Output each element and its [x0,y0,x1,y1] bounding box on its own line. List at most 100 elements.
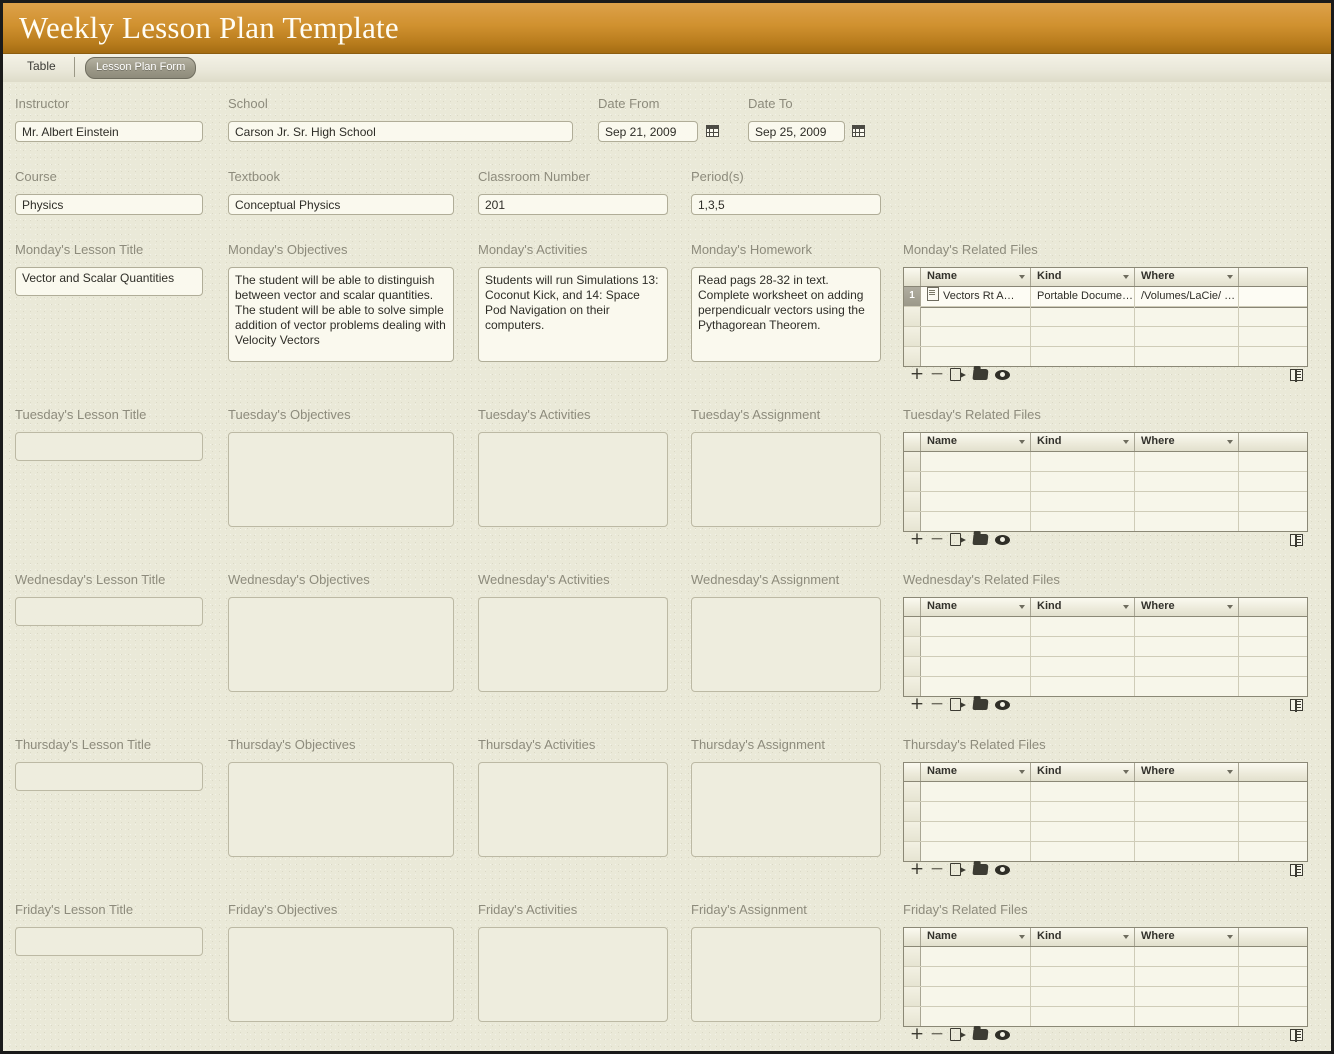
cell-kind[interactable] [1031,782,1135,801]
minus-icon[interactable]: − [929,531,945,548]
preview-eye-icon[interactable] [995,862,1011,878]
table-row[interactable] [904,1007,1307,1026]
cell-where[interactable] [1135,782,1239,801]
chevron-down-icon[interactable] [1123,440,1129,444]
tuesday-related-files-table[interactable]: Name Kind Where [903,432,1308,532]
course-input[interactable]: Physics [15,194,203,215]
table-row[interactable] [904,472,1307,492]
friday-objectives-input[interactable] [228,927,454,1022]
grid-view-icon[interactable] [1290,863,1303,877]
grid-view-icon[interactable] [1290,533,1303,547]
friday-activities-input[interactable] [478,927,668,1022]
minus-icon[interactable]: − [929,861,945,878]
open-folder-icon[interactable] [972,532,989,548]
cell-name[interactable] [921,492,1031,511]
cell-where[interactable] [1135,512,1239,531]
chevron-down-icon[interactable] [1019,935,1025,939]
table-row[interactable] [904,657,1307,677]
cell-name[interactable] [921,987,1031,1006]
thursday-lesson-title-input[interactable] [15,762,203,791]
cell-where[interactable] [1135,947,1239,966]
monday-activities-input[interactable]: Students will run Simulations 13: Coconu… [478,267,668,362]
periods-input[interactable]: 1,3,5 [691,194,881,215]
cell-name[interactable] [921,782,1031,801]
cell-where[interactable] [1135,822,1239,841]
cell-where[interactable] [1135,617,1239,636]
chevron-down-icon[interactable] [1123,275,1129,279]
column-header-name[interactable]: Name [921,598,1031,616]
grid-view-icon[interactable] [1290,698,1303,712]
friday-assignment-input[interactable] [691,927,881,1022]
wednesday-assignment-input[interactable] [691,597,881,692]
cell-where[interactable] [1135,677,1239,696]
minus-icon[interactable]: − [929,696,945,713]
tuesday-objectives-input[interactable] [228,432,454,527]
monday-lesson-title-input[interactable]: Vector and Scalar Quantities [15,267,203,296]
grid-view-icon[interactable] [1290,1028,1303,1042]
chevron-down-icon[interactable] [1227,935,1233,939]
column-header-kind[interactable]: Kind [1031,928,1135,946]
column-header-where[interactable]: Where [1135,268,1239,286]
chevron-down-icon[interactable] [1123,935,1129,939]
textbook-input[interactable]: Conceptual Physics [228,194,454,215]
wednesday-related-files-table[interactable]: Name Kind Where [903,597,1308,697]
cell-kind[interactable] [1031,947,1135,966]
cell-name[interactable] [921,802,1031,821]
cell-where[interactable] [1135,637,1239,656]
cell-kind[interactable] [1031,327,1135,346]
cell-where[interactable] [1135,307,1239,326]
cell-kind[interactable] [1031,987,1135,1006]
open-folder-icon[interactable] [972,862,989,878]
cell-where[interactable]: /Volumes/LaCie/ … [1135,287,1239,306]
column-header-name[interactable]: Name [921,763,1031,781]
cell-where[interactable] [1135,472,1239,491]
table-row[interactable] [904,677,1307,696]
table-row[interactable] [904,802,1307,822]
preview-eye-icon[interactable] [995,367,1011,383]
chevron-down-icon[interactable] [1019,605,1025,609]
thursday-related-files-table[interactable]: Name Kind Where [903,762,1308,862]
cell-kind[interactable] [1031,802,1135,821]
table-row[interactable]: 1 Vectors Rt A… Portable Docume…/Volumes/L… [904,287,1307,307]
cell-kind[interactable] [1031,617,1135,636]
plus-icon[interactable]: + [909,366,925,383]
tab-table[interactable]: Table [27,59,56,73]
cell-name[interactable] [921,327,1031,346]
cell-where[interactable] [1135,987,1239,1006]
cell-name[interactable] [921,947,1031,966]
column-header-name[interactable]: Name [921,268,1031,286]
export-icon[interactable] [950,532,966,548]
classroom-number-input[interactable]: 201 [478,194,668,215]
cell-where[interactable] [1135,802,1239,821]
cell-kind[interactable] [1031,967,1135,986]
column-header-where[interactable]: Where [1135,433,1239,451]
cell-where[interactable] [1135,657,1239,676]
cell-kind[interactable] [1031,492,1135,511]
column-header-where[interactable]: Where [1135,763,1239,781]
cell-kind[interactable] [1031,347,1135,366]
preview-eye-icon[interactable] [995,532,1011,548]
plus-icon[interactable]: + [909,531,925,548]
chevron-down-icon[interactable] [1227,770,1233,774]
thursday-assignment-input[interactable] [691,762,881,857]
grid-view-icon[interactable] [1290,368,1303,382]
cell-kind[interactable] [1031,1007,1135,1026]
column-header-where[interactable]: Where [1135,598,1239,616]
open-folder-icon[interactable] [972,1027,989,1043]
cell-where[interactable] [1135,1007,1239,1026]
cell-where[interactable] [1135,492,1239,511]
open-folder-icon[interactable] [972,367,989,383]
cell-name[interactable]: Vectors Rt A… [921,287,1031,306]
date-from-input[interactable]: Sep 21, 2009 [598,121,698,142]
preview-eye-icon[interactable] [995,697,1011,713]
tab-lesson-plan-form[interactable]: Lesson Plan Form [85,57,197,79]
cell-kind[interactable] [1031,822,1135,841]
friday-related-files-table[interactable]: Name Kind Where [903,927,1308,1027]
cell-kind[interactable] [1031,637,1135,656]
cell-name[interactable] [921,637,1031,656]
minus-icon[interactable]: − [929,366,945,383]
column-header-where[interactable]: Where [1135,928,1239,946]
cell-name[interactable] [921,452,1031,471]
chevron-down-icon[interactable] [1123,605,1129,609]
cell-kind[interactable] [1031,307,1135,326]
